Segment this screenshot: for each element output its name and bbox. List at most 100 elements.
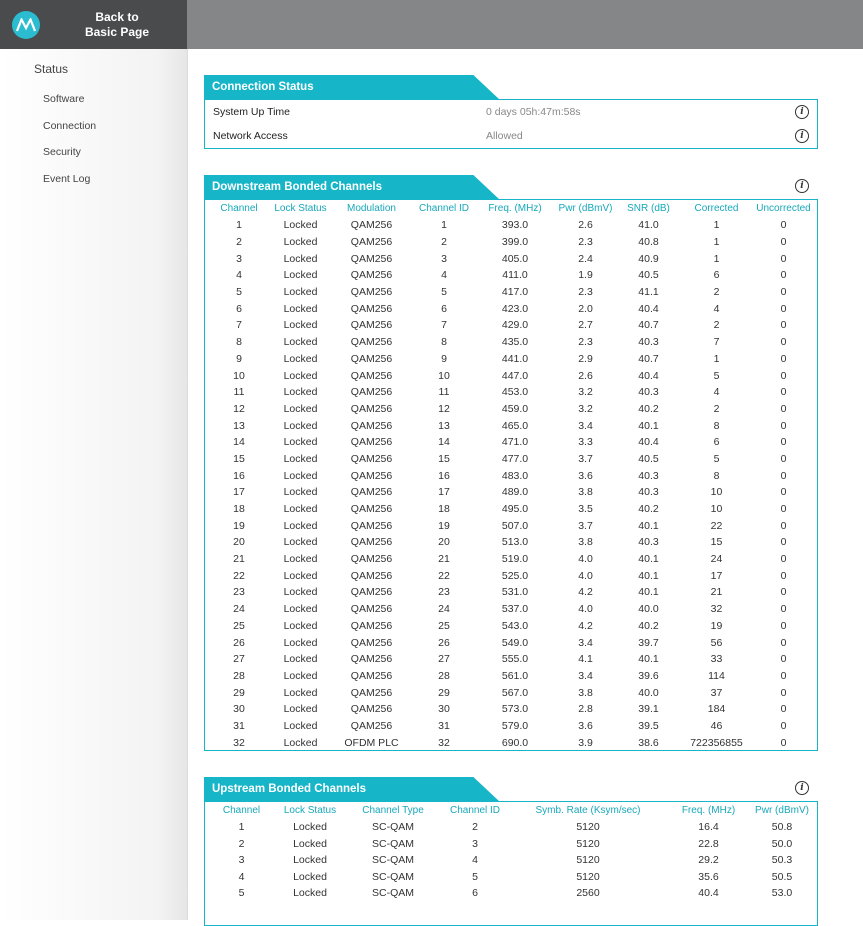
table-row: 19 Locked QAM256 19 507.0 3.7 40.1 22 0 xyxy=(205,517,817,534)
table-cell: 3.6 xyxy=(578,469,593,482)
table-cell: 10 xyxy=(233,369,245,382)
table-cell: 393.0 xyxy=(501,219,529,232)
table-cell: 5120 xyxy=(576,821,600,834)
table-cell: 15 xyxy=(233,452,245,465)
table-cell: 40.8 xyxy=(638,236,659,249)
table-cell: 2 xyxy=(236,236,242,249)
info-icon[interactable]: i xyxy=(795,105,809,119)
table-cell: 0 xyxy=(780,569,787,582)
table-cell: 17 xyxy=(233,486,245,499)
column-header: Freq. (MHz) xyxy=(681,805,736,816)
table-cell: 40.0 xyxy=(638,686,659,699)
table-cell: 17 xyxy=(438,486,450,499)
back-label-line2: Basic Page xyxy=(84,24,150,39)
table-cell: 40.1 xyxy=(638,569,659,582)
table-cell: 3.8 xyxy=(578,536,593,549)
column-header: Lock Status xyxy=(283,805,337,816)
table-cell: 1 xyxy=(713,352,720,365)
table-cell: 3 xyxy=(441,252,447,265)
table-row: 27 Locked QAM256 27 555.0 4.1 40.1 33 0 xyxy=(205,651,817,668)
table-row: 9 Locked QAM256 9 441.0 2.9 40.7 1 0 xyxy=(205,351,817,368)
table-cell: 722356855 xyxy=(690,736,743,749)
table-cell: SC-QAM xyxy=(372,821,414,834)
motorola-logo-icon xyxy=(12,10,40,39)
table-cell: 40.3 xyxy=(638,536,659,549)
table-cell: 20 xyxy=(233,536,245,549)
table-cell: 21 xyxy=(710,586,723,599)
sidebar-item-security[interactable]: Security xyxy=(43,146,81,158)
table-cell: 0 xyxy=(780,352,787,365)
table-cell: 23 xyxy=(233,586,245,599)
table-row: 26 Locked QAM256 26 549.0 3.4 39.7 56 0 xyxy=(205,634,817,651)
table-cell: SC-QAM xyxy=(372,870,414,883)
table-cell: 0 xyxy=(780,219,787,232)
table-cell: 3.7 xyxy=(578,452,593,465)
back-to-basic-page-link[interactable]: Back to Basic Page xyxy=(62,10,172,40)
table-cell: 3.2 xyxy=(578,402,593,415)
table-cell: 21 xyxy=(233,553,245,566)
table-cell: 471.0 xyxy=(501,436,529,449)
table-cell: 40.4 xyxy=(698,887,719,900)
table-cell: QAM256 xyxy=(350,419,393,432)
table-cell: 4.2 xyxy=(578,586,593,599)
info-icon[interactable]: i xyxy=(795,129,809,143)
sidebar-item-event-log[interactable]: Event Log xyxy=(43,173,90,185)
column-header: Channel xyxy=(220,203,258,214)
table-cell: 23 xyxy=(438,586,450,599)
table-row: 2 Locked QAM256 2 399.0 2.3 40.8 1 0 xyxy=(205,234,817,251)
table-cell: 5 xyxy=(713,452,720,465)
table-cell: QAM256 xyxy=(350,569,393,582)
table-cell: Locked xyxy=(293,887,327,900)
table-cell: 2.3 xyxy=(578,286,593,299)
table-cell: Locked xyxy=(283,369,318,382)
table-cell: 28 xyxy=(438,669,450,682)
table-cell: 5 xyxy=(713,369,720,382)
table-row: 7 Locked QAM256 7 429.0 2.7 40.7 2 0 xyxy=(205,317,817,334)
sidebar-item-connection[interactable]: Connection xyxy=(43,120,96,132)
column-header: Channel ID xyxy=(418,203,470,214)
table-cell: 40.2 xyxy=(638,619,659,632)
table-cell: QAM256 xyxy=(350,686,393,699)
table-cell: 2.7 xyxy=(578,319,593,332)
table-cell: 4 xyxy=(238,870,245,883)
table-cell: Locked xyxy=(283,686,318,699)
table-cell: 2.6 xyxy=(578,219,593,232)
table-cell: 24 xyxy=(233,603,245,616)
column-header: Symb. Rate (Ksym/sec) xyxy=(535,805,641,816)
table-cell: 0 xyxy=(780,436,787,449)
table-cell: 22.8 xyxy=(698,837,719,850)
table-row: 10 Locked QAM256 10 447.0 2.6 40.4 5 0 xyxy=(205,367,817,384)
table-cell: 417.0 xyxy=(501,286,529,299)
table-row: 5 Locked SC-QAM 6 2560 40.4 53.0 xyxy=(205,885,817,902)
table-cell: 5120 xyxy=(576,837,600,850)
table-cell: 5 xyxy=(236,286,242,299)
sidebar-item-status[interactable]: Status xyxy=(34,62,68,76)
table-row: 12 Locked QAM256 12 459.0 3.2 40.2 2 0 xyxy=(205,401,817,418)
table-cell: Locked xyxy=(283,569,318,582)
info-icon[interactable]: i xyxy=(795,781,809,795)
table-cell: 24 xyxy=(438,603,450,616)
table-row: 18 Locked QAM256 18 495.0 3.5 40.2 10 0 xyxy=(205,501,817,518)
table-cell: 2.8 xyxy=(578,703,593,716)
table-cell: 30 xyxy=(233,703,245,716)
table-cell: Locked xyxy=(283,736,318,749)
table-header-row: Channel Lock Status Modulation Channel ID Fr… xyxy=(205,200,817,217)
table-cell: Locked xyxy=(283,402,318,415)
table-cell: 0 xyxy=(780,553,787,566)
table-cell: Locked xyxy=(283,636,318,649)
table-row: 4 Locked SC-QAM 5 5120 35.6 50.5 xyxy=(205,869,817,886)
table-row: 11 Locked QAM256 11 453.0 3.2 40.3 4 0 xyxy=(205,384,817,401)
info-icon[interactable]: i xyxy=(795,179,809,193)
table-cell: 4.2 xyxy=(578,619,593,632)
table-cell: 2.4 xyxy=(578,252,593,265)
table-cell: 14 xyxy=(438,436,450,449)
table-cell: QAM256 xyxy=(350,286,393,299)
table-cell: Locked xyxy=(283,703,318,716)
table-cell: 40.9 xyxy=(638,252,659,265)
table-row: 16 Locked QAM256 16 483.0 3.6 40.3 8 0 xyxy=(205,467,817,484)
status-row-uptime: System Up Time 0 days 05h:47m:58s i xyxy=(205,100,817,124)
table-cell: 40.0 xyxy=(638,603,659,616)
table-cell: Locked xyxy=(293,821,327,834)
sidebar-item-software[interactable]: Software xyxy=(43,93,84,105)
table-cell: 0 xyxy=(780,503,787,516)
